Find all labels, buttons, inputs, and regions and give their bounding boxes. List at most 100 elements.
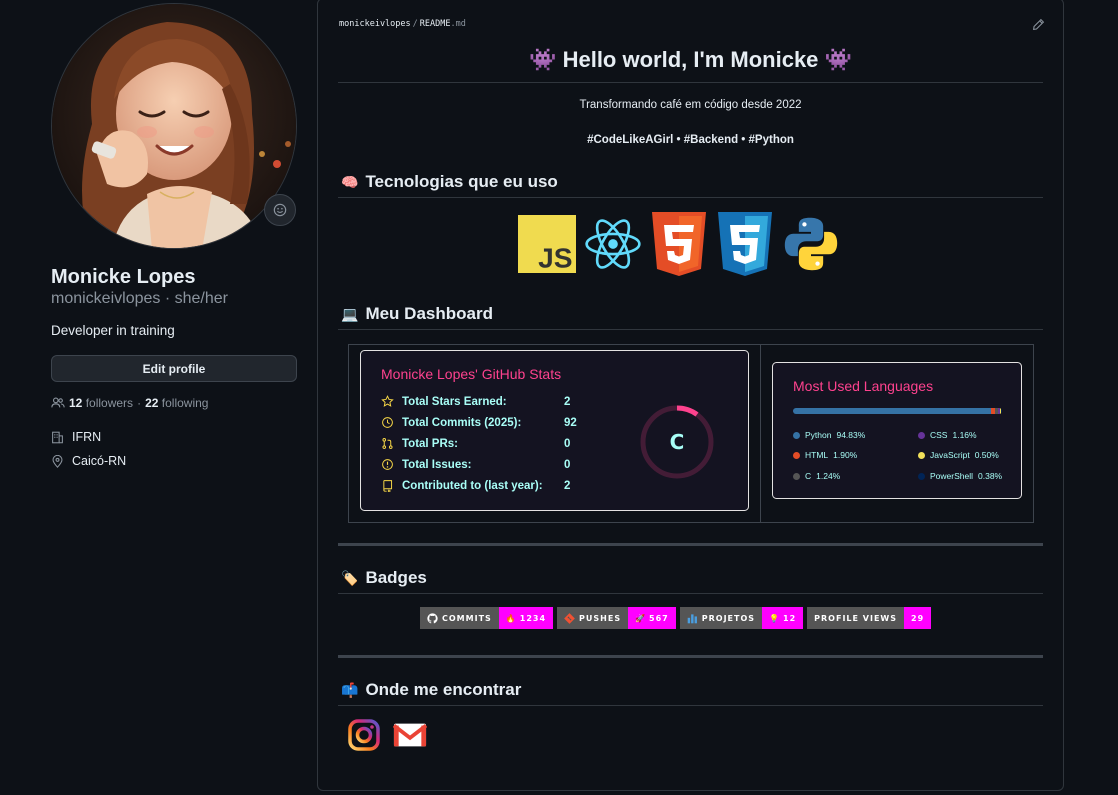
section-contact-title: Onde me encontrar	[365, 680, 522, 699]
grade-ring: C	[640, 405, 714, 479]
badges-row: COMMITS 🔥 1234 PUSHES 🚀 567 PROJETOS 💡 12 P…	[420, 607, 932, 629]
laptop-icon: 💻	[341, 305, 359, 322]
github-icon	[427, 612, 438, 623]
badge-label: PUSHES	[579, 613, 622, 623]
badge-pushes[interactable]: PUSHES 🚀 567	[557, 607, 676, 629]
section-dashboard-heading: 💻 Meu Dashboard	[341, 304, 493, 324]
avatar[interactable]	[51, 3, 297, 249]
gmail-link[interactable]	[393, 718, 427, 752]
following-link[interactable]: 22 following	[145, 396, 208, 410]
language-percent: 0.50%	[974, 450, 999, 460]
pull-request-icon	[381, 437, 394, 450]
rocket-icon: 🚀	[635, 613, 647, 623]
language-percent: 1.16%	[952, 430, 977, 440]
following-label: following	[161, 396, 209, 410]
language-dot	[918, 431, 925, 439]
follow-stats: 12 followers · 22 following	[51, 396, 208, 410]
instagram-link[interactable]	[347, 718, 381, 752]
language-item: JavaScript 0.50%	[918, 450, 999, 460]
readme-heading: 👾 Hello world, I'm Monicke 👾	[529, 47, 852, 72]
stat-value: 2	[564, 479, 571, 492]
language-name: PowerShell	[930, 471, 973, 481]
language-name: CSS	[930, 430, 948, 440]
section-contact-heading: 📫 Onde me encontrar	[341, 680, 521, 700]
stat-label: Total Commits (2025):	[402, 416, 522, 429]
stat-value: 92	[564, 416, 577, 429]
language-bar-segment	[793, 408, 992, 414]
language-item: HTML 1.90%	[793, 450, 857, 460]
html5-icon	[650, 211, 708, 277]
followers-label: followers	[85, 396, 134, 410]
badge-value: 1234	[519, 613, 547, 623]
language-name: HTML	[805, 450, 829, 460]
heading-divider	[338, 82, 1043, 83]
set-status-button[interactable]	[264, 194, 296, 226]
language-dot	[793, 472, 800, 480]
git-icon	[564, 612, 575, 624]
breadcrumb-separator: /	[412, 19, 418, 29]
tech-icons-row: JS	[518, 211, 840, 277]
react-icon	[584, 211, 642, 277]
badge-value: 29	[911, 613, 925, 623]
stat-row: Total Stars Earned: 2	[381, 395, 570, 408]
edit-profile-button[interactable]: Edit profile	[51, 355, 297, 382]
breadcrumb-file[interactable]: README	[420, 19, 451, 29]
languages-title: Most Used Languages	[793, 378, 934, 394]
language-bar-segment	[1001, 408, 1002, 414]
repo-icon	[381, 479, 394, 492]
language-item: PowerShell 0.38%	[918, 471, 1002, 481]
badge-label: PROJETOS	[701, 613, 756, 623]
top-languages-card[interactable]: Most Used Languages Python 94.83% CSS 1.16…	[772, 362, 1022, 499]
edit-readme-button[interactable]	[1032, 18, 1045, 34]
language-item: CSS 1.16%	[918, 430, 977, 440]
breadcrumb-extension: .md	[450, 19, 466, 29]
stat-row: Total PRs: 0	[381, 437, 570, 450]
javascript-icon-text: JS	[538, 243, 572, 274]
language-percent: 1.24%	[816, 471, 841, 481]
badge-label: COMMITS	[442, 613, 492, 623]
stat-label: Total Stars Earned:	[402, 395, 507, 408]
organization-row: IFRN	[51, 430, 101, 444]
breadcrumb-user[interactable]: monickeivlopes	[339, 19, 411, 29]
css3-icon	[716, 211, 774, 277]
fire-icon: 🔥	[505, 613, 517, 623]
location-icon	[52, 454, 63, 468]
location-text: Caicó-RN	[72, 454, 127, 468]
brain-icon: 🧠	[341, 173, 359, 190]
dashboard-table: Monicke Lopes' GitHub Stats Total Stars …	[348, 344, 1034, 523]
people-icon	[51, 397, 65, 408]
readme-tagline: Transformando café em código desde 2022	[579, 99, 802, 111]
language-item: Python 94.83%	[793, 430, 865, 440]
github-stats-card[interactable]: Monicke Lopes' GitHub Stats Total Stars …	[360, 350, 749, 511]
badge-profile-views[interactable]: PROFILE VIEWS 29	[807, 607, 932, 629]
profile-login: monickeivlopes · she/her	[51, 290, 228, 307]
followers-link[interactable]: 12 followers	[69, 396, 133, 410]
language-percent: 94.83%	[836, 430, 866, 440]
language-percent: 1.90%	[833, 450, 858, 460]
section-badges-heading: 🏷️ Badges	[341, 568, 427, 588]
lightbulb-icon: 💡	[769, 613, 781, 623]
language-name: JavaScript	[930, 450, 970, 460]
language-percent: 0.38%	[978, 471, 1003, 481]
label-tag-icon: 🏷️	[341, 569, 359, 586]
stat-value: 2	[564, 395, 571, 408]
stat-label: Total PRs:	[402, 437, 459, 450]
organization-icon	[52, 431, 63, 443]
organization-name: IFRN	[72, 430, 102, 444]
language-dot	[918, 451, 925, 459]
profile-name: Monicke Lopes	[51, 266, 196, 288]
badge-commits[interactable]: COMMITS 🔥 1234	[420, 607, 554, 629]
stat-row: Contributed to (last year): 2	[381, 479, 570, 492]
contact-top-rule	[338, 655, 1043, 658]
section-dashboard-divider	[338, 329, 1043, 330]
stat-value: 0	[564, 458, 571, 471]
section-contact-divider	[338, 705, 1043, 706]
breadcrumb: monickeivlopes / README.md	[339, 19, 466, 29]
pencil-icon	[1033, 18, 1045, 30]
stat-value: 0	[564, 437, 571, 450]
section-tech-divider	[338, 197, 1043, 198]
section-tech-title: Tecnologias que eu uso	[365, 172, 558, 191]
badge-projetos[interactable]: PROJETOS 💡 12	[679, 607, 804, 629]
mailbox-icon: 📫	[341, 681, 359, 698]
section-tech-heading: 🧠 Tecnologias que eu uso	[341, 172, 558, 192]
